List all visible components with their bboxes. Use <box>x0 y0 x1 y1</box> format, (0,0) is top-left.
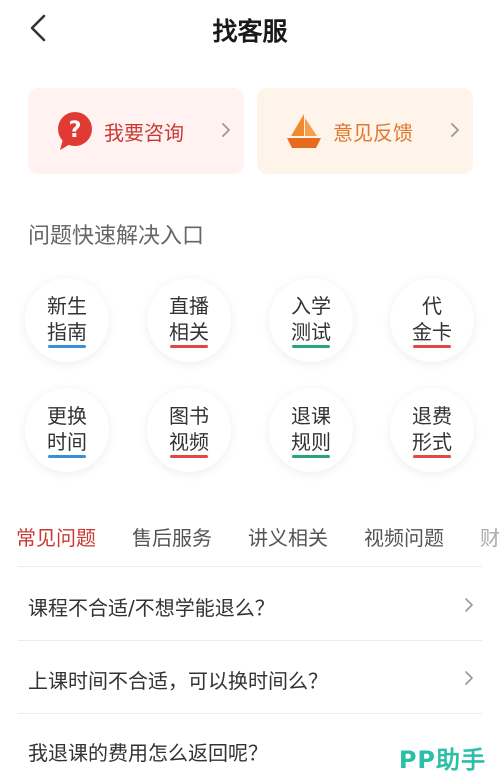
quick-entry-voucher[interactable]: 代 金卡 <box>390 278 474 362</box>
faq-question: 上课时间不合适，可以换时间么？ <box>28 669 328 693</box>
tab-common-questions[interactable]: 常见问题 <box>16 522 96 551</box>
paper-boat-icon <box>287 114 321 148</box>
quick-entry-newbie-guide[interactable]: 新生 指南 <box>25 278 109 362</box>
quick-entry-line1: 直播 <box>169 294 209 318</box>
tab-finance-partial[interactable]: 财 <box>480 522 500 551</box>
quick-entry-line2: 视频 <box>169 429 209 458</box>
divider <box>18 640 482 641</box>
quick-entry-line2: 指南 <box>47 319 87 348</box>
feedback-card[interactable]: 意见反馈 <box>257 88 473 174</box>
faq-question: 课程不合适/不想学能退么？ <box>28 596 275 620</box>
question-bubble-icon: ? <box>58 112 92 150</box>
quick-entry-books-video[interactable]: 图书 视频 <box>147 388 231 472</box>
quick-entry-line1: 代 <box>422 294 442 318</box>
quick-entry-line2: 金卡 <box>412 319 452 348</box>
faq-question: 我退课的费用怎么返回呢？ <box>28 741 268 765</box>
chevron-right-icon <box>465 671 473 685</box>
quick-entry-line1: 更换 <box>47 404 87 428</box>
tab-handouts[interactable]: 讲义相关 <box>248 522 328 551</box>
quick-entry-line1: 退课 <box>291 404 331 428</box>
chevron-right-icon <box>465 598 473 612</box>
tab-after-sales[interactable]: 售后服务 <box>132 522 212 551</box>
divider <box>18 713 482 714</box>
quick-entry-line2: 时间 <box>47 429 87 458</box>
quick-entry-line1: 退费 <box>412 404 452 428</box>
quick-entry-line1: 新生 <box>47 294 87 318</box>
consult-card[interactable]: ? 我要咨询 <box>28 88 244 174</box>
tab-video-issues[interactable]: 视频问题 <box>364 522 444 551</box>
quick-entry-line1: 入学 <box>291 294 331 318</box>
navbar: 找客服 <box>0 0 500 60</box>
feedback-label: 意见反馈 <box>333 120 413 145</box>
quick-entry-entrance-test[interactable]: 入学 测试 <box>269 278 353 362</box>
chevron-right-icon <box>451 123 459 137</box>
quick-entry-refund-rules[interactable]: 退课 规则 <box>269 388 353 472</box>
quick-entry-live[interactable]: 直播 相关 <box>147 278 231 362</box>
consult-label: 我要咨询 <box>104 120 184 145</box>
quick-entry-change-time[interactable]: 更换 时间 <box>25 388 109 472</box>
quick-entry-line2: 规则 <box>291 429 331 458</box>
quick-entry-line2: 测试 <box>291 319 331 348</box>
divider <box>18 566 482 567</box>
faq-item[interactable]: 上课时间不合适，可以换时间么？ <box>0 643 500 715</box>
watermark-logo: PP助手 <box>398 746 486 774</box>
faq-tabs: 常见问题 售后服务 讲义相关 视频问题 财 <box>0 514 500 558</box>
quick-entry-line2: 形式 <box>412 429 452 458</box>
quick-entry-line1: 图书 <box>169 404 209 428</box>
svg-text:?: ? <box>69 118 82 143</box>
quick-entry-refund-form[interactable]: 退费 形式 <box>390 388 474 472</box>
chevron-right-icon <box>222 123 230 137</box>
faq-item[interactable]: 课程不合适/不想学能退么？ <box>0 570 500 642</box>
quick-entry-line2: 相关 <box>169 319 209 348</box>
page-title: 找客服 <box>212 17 288 46</box>
quick-section-title: 问题快速解决入口 <box>28 224 205 249</box>
